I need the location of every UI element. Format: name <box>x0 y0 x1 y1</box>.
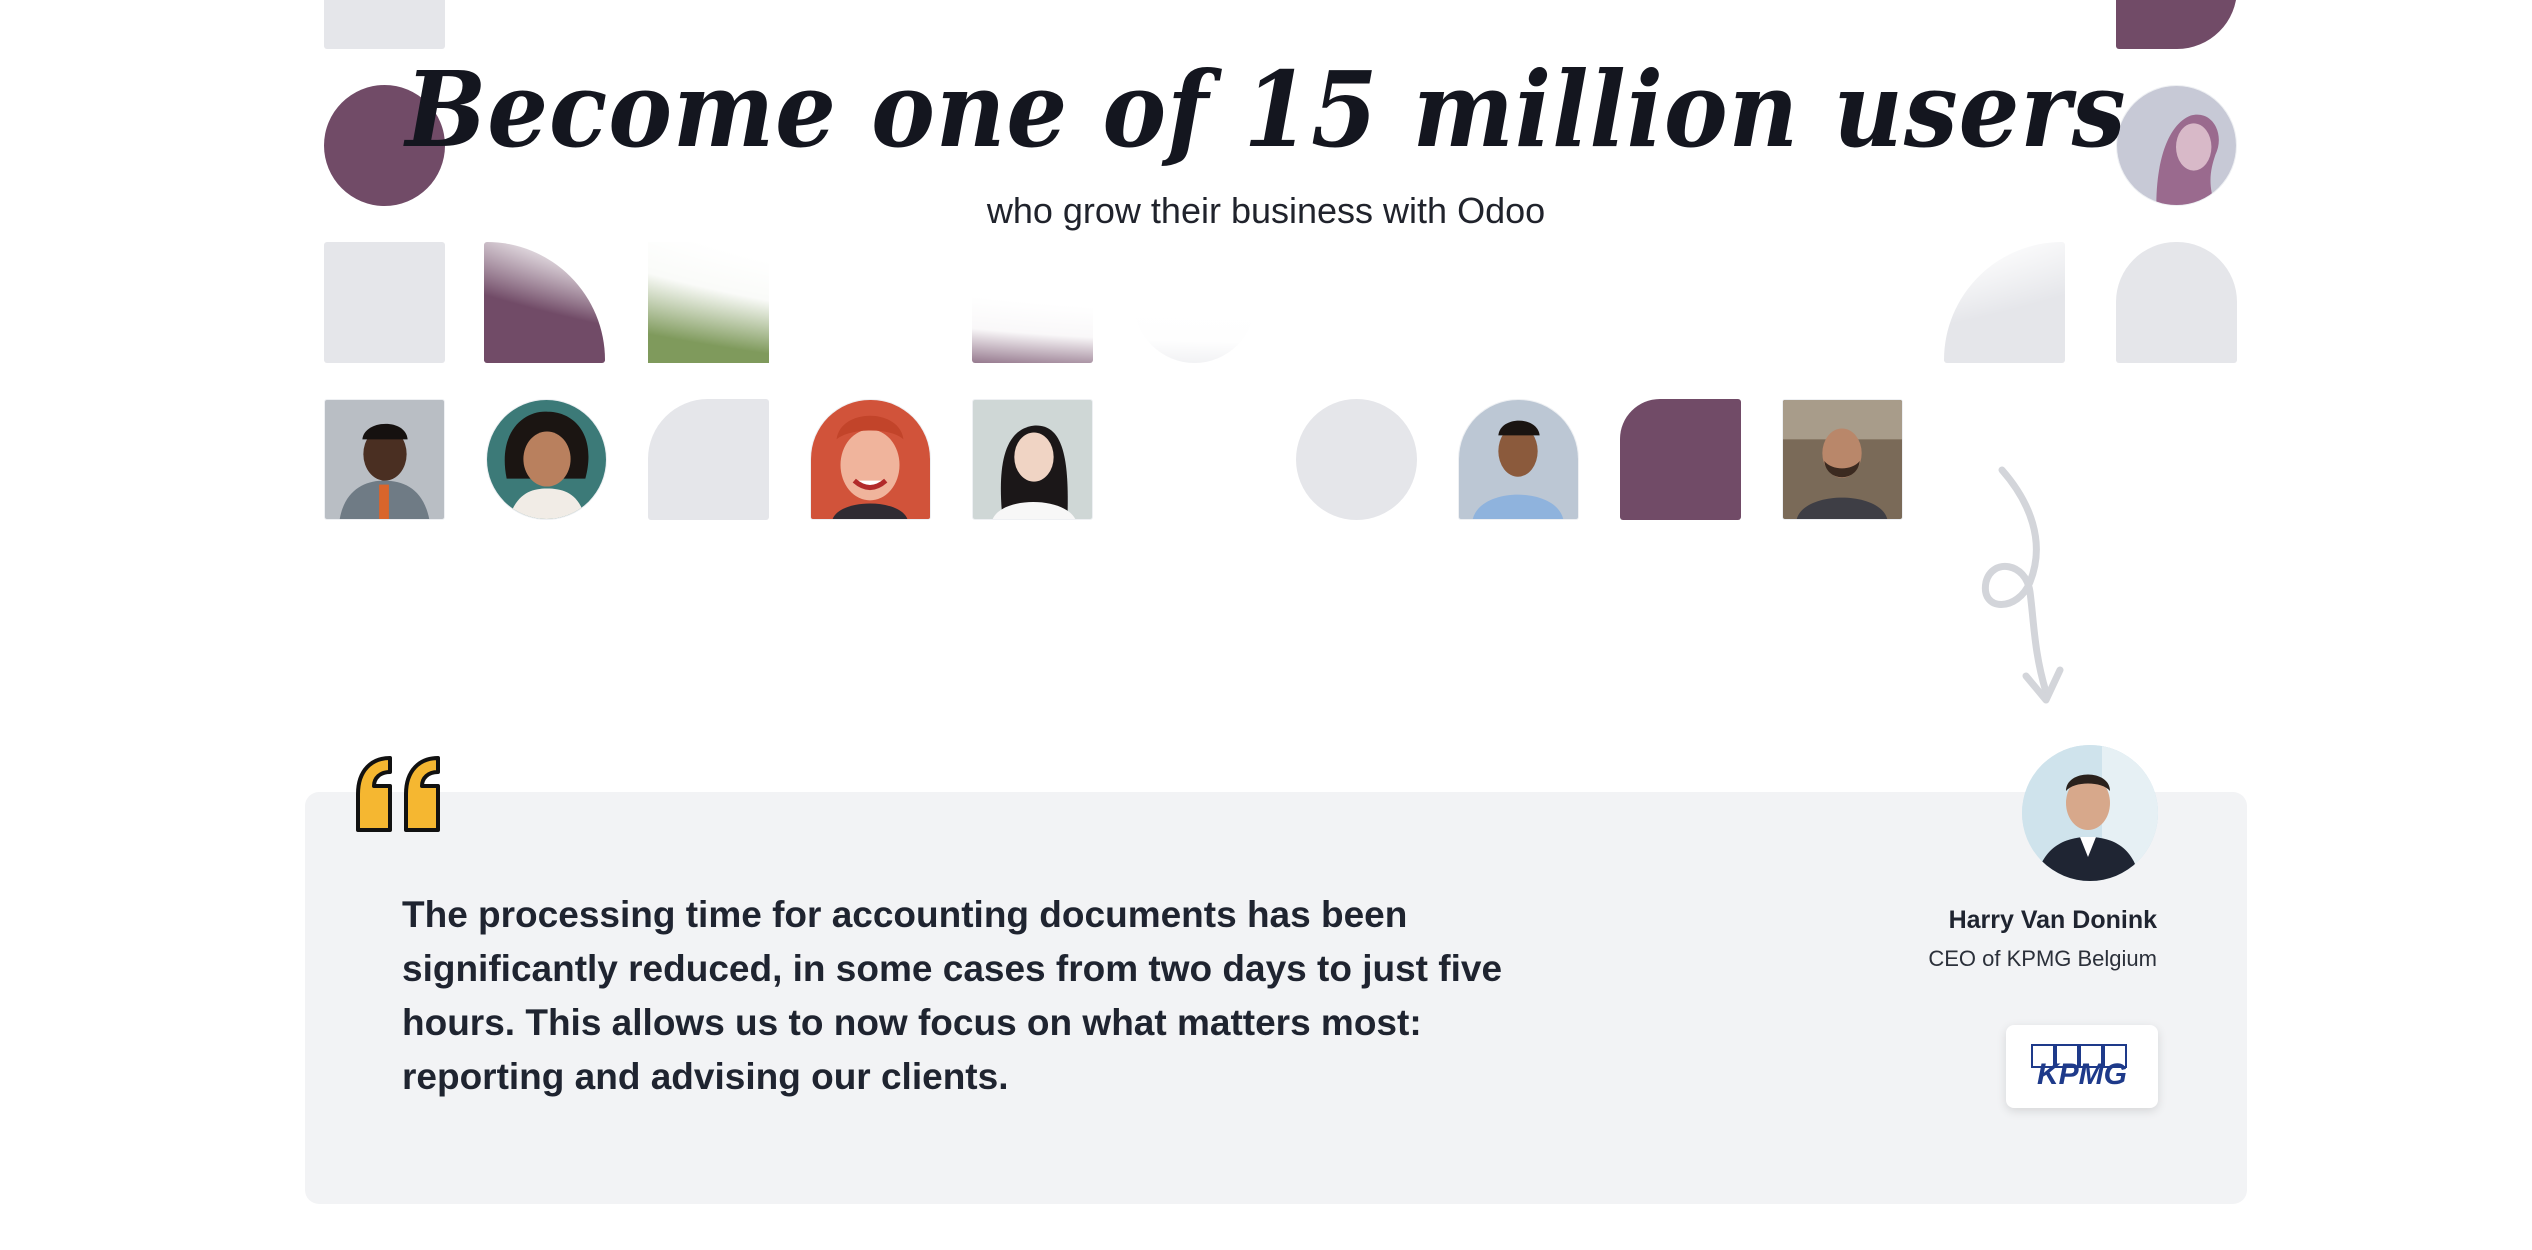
quote-icon <box>350 752 450 836</box>
mosaic-tile <box>648 399 769 520</box>
company-logo: KPMG <box>2006 1025 2158 1108</box>
user-avatar <box>1458 399 1579 520</box>
user-avatar <box>972 399 1093 520</box>
mosaic-tile <box>1620 399 1741 520</box>
curly-arrow-icon <box>1960 462 2090 722</box>
author-avatar <box>2022 745 2158 881</box>
user-avatar <box>324 399 445 520</box>
author-name: Harry Van Donink <box>1948 906 2157 934</box>
mosaic-tile <box>324 242 445 363</box>
mosaic-tile <box>2116 242 2237 363</box>
user-avatar <box>810 399 931 520</box>
mosaic-tile <box>324 0 445 49</box>
user-avatar <box>1782 399 1903 520</box>
testimonial-quote: The processing time for accounting docum… <box>402 894 1503 1097</box>
author-role: CEO of KPMG Belgium <box>1928 946 2157 971</box>
hero-subtitle: who grow their business with Odoo <box>986 190 1546 231</box>
hero-title: Become one of 15 million users <box>405 48 2127 171</box>
mosaic-tile <box>2116 0 2237 49</box>
company-logo-text: KPMG <box>2037 1058 2127 1091</box>
mosaic-tile <box>1296 399 1417 520</box>
user-avatar <box>486 399 607 520</box>
